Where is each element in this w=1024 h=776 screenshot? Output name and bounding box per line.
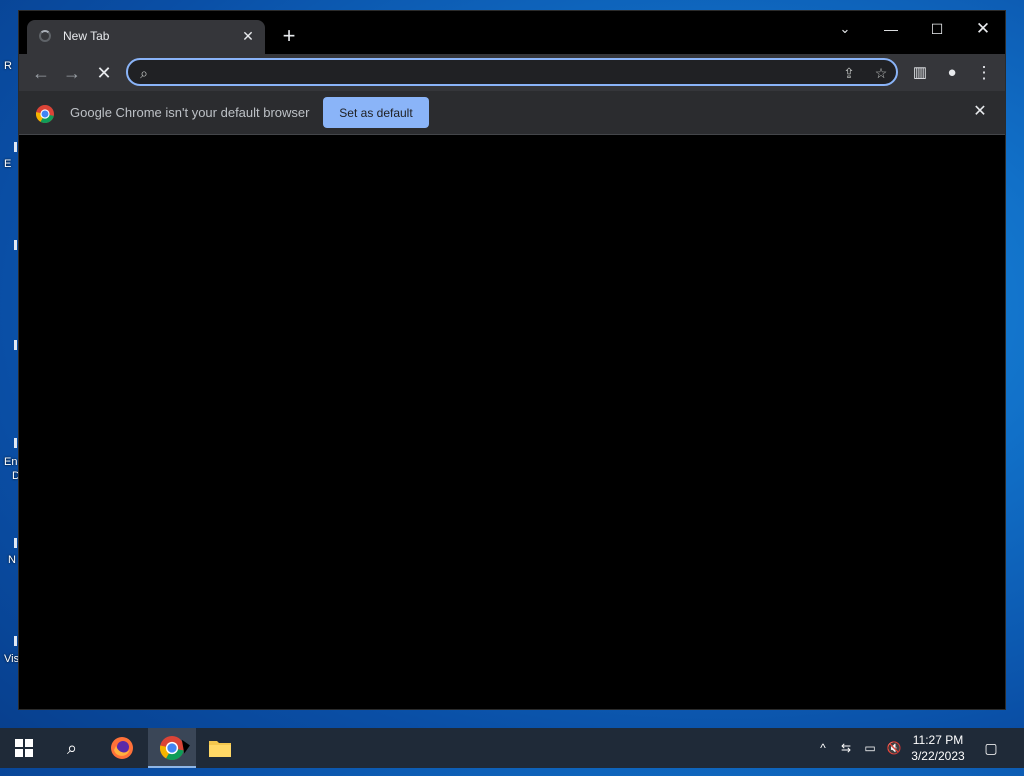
address-input[interactable] bbox=[158, 63, 822, 83]
file-explorer-taskbar-button[interactable] bbox=[196, 728, 244, 768]
desktop-icon-label: Vis bbox=[4, 653, 20, 665]
profile-button[interactable]: ● bbox=[938, 59, 966, 87]
network-icon[interactable]: ▭ bbox=[862, 740, 878, 756]
search-icon: ⌕ bbox=[66, 738, 78, 758]
clock[interactable]: 11:27 PM 3/22/2023 bbox=[903, 732, 973, 764]
profile-icon: ● bbox=[947, 64, 957, 81]
clock-date: 3/22/2023 bbox=[911, 749, 965, 763]
desktop-icon-label: E bbox=[4, 158, 12, 170]
desktop-icon-strip: R E En D N Vis bbox=[0, 0, 20, 728]
desktop-icon-label: R bbox=[4, 60, 12, 72]
arrow-right-icon: → bbox=[63, 63, 81, 83]
chrome-window: New Tab ✕ + ⌄ — ☐ ✕ ← → ✕ ⌕ ⇪ ☆ ▥ ● ⋮ Go… bbox=[18, 10, 1006, 710]
tab-new-tab[interactable]: New Tab ✕ bbox=[27, 20, 265, 54]
network-sync-icon[interactable]: ⇆ bbox=[838, 740, 854, 756]
side-panel-icon: ▥ bbox=[912, 64, 928, 81]
desktop-icon-label: En bbox=[4, 456, 18, 468]
windows-logo-icon bbox=[15, 739, 33, 757]
firefox-taskbar-button[interactable] bbox=[98, 728, 146, 768]
arrow-left-icon: ← bbox=[32, 63, 50, 83]
desktop-icon-label: N bbox=[8, 554, 16, 566]
side-panel-button[interactable]: ▥ bbox=[906, 59, 934, 87]
firefox-icon bbox=[111, 737, 133, 759]
desktop-icon[interactable] bbox=[14, 538, 17, 548]
desktop-icon[interactable] bbox=[14, 636, 17, 646]
minimize-button[interactable]: — bbox=[868, 15, 914, 43]
chrome-icon bbox=[159, 736, 184, 761]
folder-icon bbox=[209, 741, 231, 757]
desktop-icon[interactable] bbox=[14, 142, 17, 152]
stop-loading-button[interactable]: ✕ bbox=[90, 59, 118, 87]
clock-time: 11:27 PM bbox=[912, 733, 964, 747]
search-icon: ⌕ bbox=[140, 65, 148, 81]
desktop-icon[interactable] bbox=[14, 340, 17, 350]
close-tab-button[interactable]: ✕ bbox=[239, 27, 257, 45]
desktop-icon[interactable] bbox=[14, 240, 17, 250]
close-infobar-button[interactable]: ✕ bbox=[971, 103, 989, 121]
close-icon: ✕ bbox=[96, 63, 112, 83]
notification-center-icon[interactable]: ▢ bbox=[980, 738, 1002, 758]
chrome-logo-icon bbox=[36, 105, 54, 123]
menu-button[interactable]: ⋮ bbox=[970, 59, 998, 87]
desktop-icon[interactable] bbox=[14, 438, 17, 448]
taskbar: ⌕ ^ ⇆ ▭ 🔇 11:27 PM 3/22/2023 ▢ bbox=[0, 728, 1024, 768]
loading-spinner-icon bbox=[39, 30, 51, 42]
set-as-default-button[interactable]: Set as default bbox=[323, 97, 429, 128]
tab-search-button[interactable]: ⌄ bbox=[822, 15, 868, 43]
more-vertical-icon: ⋮ bbox=[975, 63, 993, 82]
bookmark-star-icon[interactable]: ☆ bbox=[871, 63, 891, 83]
volume-muted-icon[interactable]: 🔇 bbox=[886, 740, 902, 756]
tab-title: New Tab bbox=[63, 29, 110, 43]
new-tab-button[interactable]: + bbox=[277, 25, 301, 49]
maximize-button[interactable]: ☐ bbox=[914, 15, 960, 43]
default-browser-infobar: Google Chrome isn't your default browser… bbox=[19, 91, 1005, 135]
page-content[interactable] bbox=[19, 135, 1005, 709]
infobar-message: Google Chrome isn't your default browser bbox=[70, 105, 310, 120]
start-button[interactable] bbox=[0, 728, 48, 768]
forward-button[interactable]: → bbox=[58, 59, 86, 87]
chevron-up-icon[interactable]: ^ bbox=[815, 740, 831, 756]
share-icon[interactable]: ⇪ bbox=[839, 63, 859, 83]
title-bar[interactable]: New Tab ✕ + ⌄ — ☐ ✕ bbox=[19, 11, 1005, 54]
browser-toolbar: ← → ✕ ⌕ ⇪ ☆ ▥ ● ⋮ bbox=[19, 54, 1005, 91]
omnibox[interactable]: ⌕ ⇪ ☆ bbox=[126, 58, 898, 86]
search-button[interactable]: ⌕ bbox=[48, 728, 96, 768]
back-button[interactable]: ← bbox=[27, 59, 55, 87]
close-window-button[interactable]: ✕ bbox=[960, 15, 1006, 43]
